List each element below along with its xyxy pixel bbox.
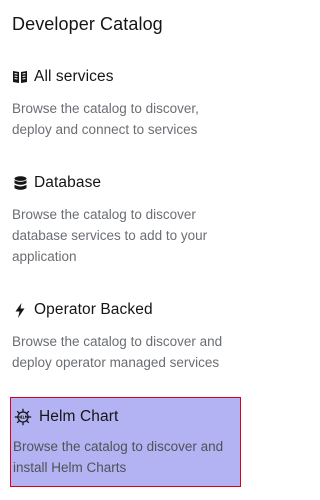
page-title: Developer Catalog [12, 14, 163, 34]
card-header: Database [12, 172, 240, 194]
card-title: Helm Chart [39, 408, 119, 425]
card-description: Browse the catalog to discover and insta… [13, 439, 224, 475]
helm-icon [13, 408, 33, 426]
card-description: Browse the catalog to discover database … [12, 207, 208, 264]
database-icon [12, 175, 28, 191]
card-header: Operator Backed [12, 299, 240, 321]
book-icon [12, 69, 28, 85]
catalog-card-database[interactable]: Database Browse the catalog to discover … [11, 172, 240, 267]
bolt-icon [12, 302, 28, 318]
catalog-card-operator-backed[interactable]: Operator Backed Browse the catalog to di… [11, 299, 240, 373]
catalog-card-helm-chart[interactable]: Helm Chart Browse the catalog to discove… [10, 397, 241, 487]
card-description: Browse the catalog to discover and deplo… [12, 334, 223, 370]
card-title: Database [34, 174, 102, 191]
card-title: All services [34, 68, 114, 85]
card-header: Helm Chart [13, 406, 236, 428]
developer-catalog-panel: Developer Catalog All services Browse th… [0, 0, 250, 500]
catalog-card-all-services[interactable]: All services Browse the catalog to disco… [11, 66, 240, 140]
card-description: Browse the catalog to discover, deploy a… [12, 101, 199, 137]
card-header: All services [12, 66, 240, 88]
card-title: Operator Backed [34, 301, 153, 318]
